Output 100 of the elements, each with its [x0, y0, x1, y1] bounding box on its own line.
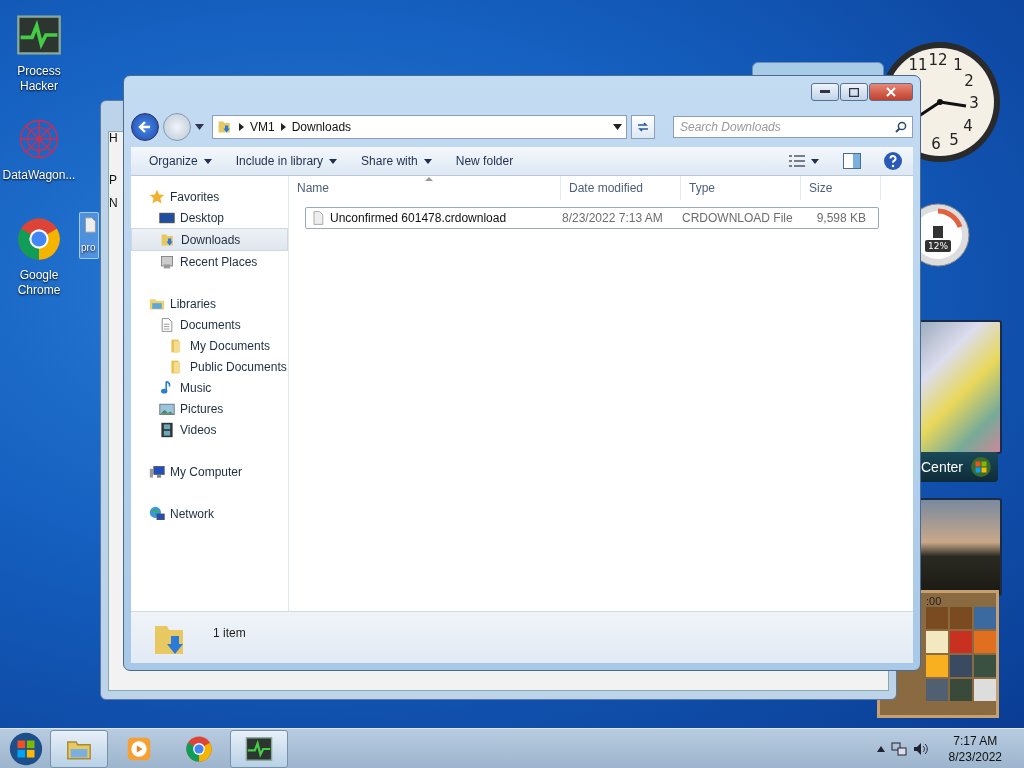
date-cell-text: 8/23/2022 7:13 AM — [562, 211, 664, 225]
play-icon — [125, 735, 153, 763]
window-text: H — [109, 131, 118, 145]
clock-numeral: 4 — [963, 116, 973, 135]
nav-label: Recent Places — [180, 254, 258, 269]
breadcrumb[interactable]: VM1 — [250, 120, 275, 134]
network-icon[interactable] — [890, 741, 907, 757]
nav-label: My Computer — [170, 464, 243, 479]
search-field[interactable]: Search Downloads — [673, 116, 913, 138]
downloads-icon — [217, 119, 233, 135]
icon-label: Google Chrome — [16, 268, 62, 298]
nav-item[interactable]: Network — [131, 503, 288, 524]
column-header[interactable]: Size — [801, 176, 881, 200]
file-icon — [310, 210, 326, 226]
nav-item[interactable]: Videos — [131, 419, 288, 440]
column-header[interactable]: Date modified — [561, 176, 681, 200]
back-button[interactable] — [131, 113, 159, 141]
maximize-button[interactable] — [840, 83, 868, 101]
icon-label: DataWagon... — [2, 168, 76, 183]
puzzle-tile — [950, 631, 972, 653]
icon-label: pro — [81, 241, 96, 255]
puzzle-time: :00 — [926, 595, 943, 607]
address-bar[interactable]: VM1 Downloads — [212, 115, 627, 139]
caret-icon — [203, 158, 212, 164]
nav-item[interactable]: Public Documents — [131, 356, 288, 377]
recent-icon — [159, 253, 175, 270]
nav-item[interactable]: Favorites — [131, 186, 288, 207]
document-icon — [159, 316, 175, 333]
date: 8/23/2022 — [948, 749, 1002, 765]
logo-icon — [970, 456, 992, 478]
nav-item[interactable]: My Computer — [131, 461, 288, 482]
help-icon[interactable] — [883, 151, 903, 171]
toolbar-button[interactable]: Include in library — [227, 151, 346, 171]
clock-numeral: 12 — [928, 50, 948, 69]
minimize-button[interactable] — [811, 83, 839, 101]
videos-icon — [159, 421, 175, 438]
caret-icon — [329, 158, 338, 164]
close-button[interactable] — [869, 83, 913, 101]
puzzle-tile — [950, 655, 972, 677]
nav-item[interactable]: Desktop — [131, 207, 288, 228]
clock-numeral: 1 — [953, 55, 963, 74]
desktop-icon[interactable]: Process Hacker — [1, 8, 77, 98]
network-icon — [149, 505, 165, 522]
puzzle-tile — [974, 607, 996, 629]
puzzle-tile — [950, 679, 972, 701]
nav-item[interactable]: Music — [131, 377, 288, 398]
monitor-icon — [245, 735, 273, 763]
cpu-reading: 12% — [928, 241, 948, 251]
toolbar-button[interactable]: New folder — [447, 151, 522, 171]
nav-label: Libraries — [170, 296, 217, 311]
clock[interactable]: 7:17 AM 8/23/2022 — [948, 733, 1002, 765]
nav-label: Favorites — [170, 189, 220, 204]
puzzle-tile — [974, 679, 996, 701]
puzzle-tile — [926, 607, 948, 629]
browser-icon — [185, 735, 213, 763]
nav-item[interactable]: Documents — [131, 314, 288, 335]
nav-label: Pictures — [180, 401, 224, 416]
refresh-button[interactable] — [631, 115, 655, 139]
caret-up-icon[interactable] — [876, 746, 885, 752]
refresh-icon — [636, 120, 650, 134]
nav-label: Desktop — [180, 210, 225, 225]
nav-label: Videos — [180, 422, 217, 437]
column-header[interactable]: Name — [289, 176, 561, 200]
nav-item[interactable]: Pictures — [131, 398, 288, 419]
desktop-icon[interactable]: DataWagon... — [1, 112, 77, 187]
puzzle-tile — [926, 679, 948, 701]
computer-icon — [149, 463, 165, 480]
preview-pane-icon[interactable] — [843, 153, 861, 169]
toolbar-button[interactable]: Organize — [141, 151, 220, 171]
icon-label: Process Hacker — [16, 64, 62, 94]
close-icon — [886, 87, 896, 97]
file-row[interactable]: Unconfirmed 601478.crdownload 8/23/2022 7:13 AM CRDOWNLOAD File 9,598 KB — [305, 207, 879, 229]
downloads-icon — [160, 231, 176, 248]
type-cell-text: CRDOWNLOAD File — [682, 211, 794, 225]
nav-label: Music — [180, 380, 212, 395]
chevron-icon — [280, 123, 286, 131]
toolbar-button[interactable]: Share with — [353, 151, 440, 171]
nav-item[interactable]: Recent Places — [131, 251, 288, 272]
breadcrumb[interactable]: Downloads — [291, 120, 352, 134]
puzzle-tile — [974, 655, 996, 677]
chevron-icon — [239, 123, 244, 131]
nav-item[interactable]: My Documents — [131, 335, 288, 356]
caret-icon — [811, 158, 819, 164]
puzzle-tile — [950, 607, 972, 629]
logo-icon — [9, 732, 43, 766]
nav-item[interactable]: Downloads — [131, 228, 288, 251]
puzzle-tile — [926, 655, 948, 677]
column-header[interactable]: Type — [681, 176, 801, 200]
clock-numeral: 5 — [949, 130, 959, 149]
star-icon — [149, 188, 165, 205]
window-text: N — [109, 196, 118, 210]
maximize-icon — [849, 87, 859, 97]
desktop-icon[interactable]: Google Chrome — [1, 212, 77, 302]
nav-item[interactable]: Libraries — [131, 293, 288, 314]
minimize-icon — [820, 90, 830, 94]
nav-label: Downloads — [181, 232, 241, 247]
puzzle-tile — [926, 631, 948, 653]
taskbar-button[interactable] — [230, 730, 288, 768]
list-view-icon — [789, 155, 805, 167]
volume-icon[interactable] — [912, 741, 929, 757]
